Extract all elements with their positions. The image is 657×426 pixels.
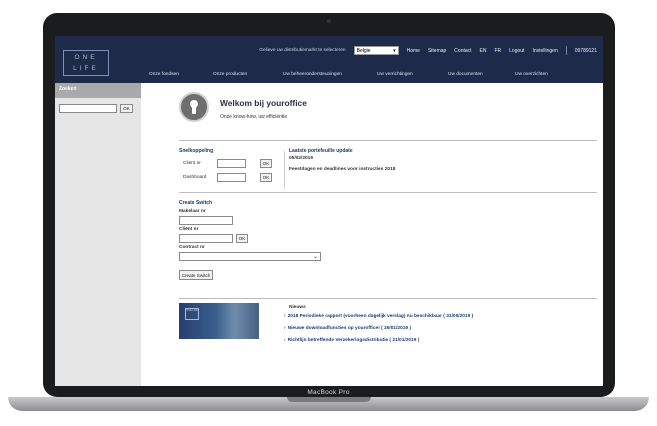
search-ok-button[interactable]: OK: [120, 104, 133, 113]
news-item[interactable]: Richtlijn betreffende Verzekeringsdistri…: [284, 338, 420, 343]
top-bar: ONE LIFE Gelieve uw distributiemarkt te …: [55, 36, 603, 83]
link-fr[interactable]: FR: [494, 48, 501, 54]
contract-label: Contract nr: [179, 245, 205, 250]
country-select[interactable]: Belgie ▾: [353, 46, 399, 55]
shortcut-dashboard-ok-button[interactable]: OK: [260, 173, 272, 182]
shortcut-dashboard-input[interactable]: [217, 173, 246, 182]
shortcut-client-ok-button[interactable]: OK: [260, 159, 272, 168]
portfolio-title: Laatste portefeuille update: [289, 148, 353, 154]
search-title: Zoeken: [55, 83, 141, 98]
user-id: 09789121: [574, 47, 597, 54]
nav-item-transactions[interactable]: Uw verrichtingen: [377, 72, 448, 77]
divider: [565, 46, 567, 55]
vertical-divider: [284, 151, 285, 189]
search-input[interactable]: [59, 104, 117, 113]
link-settings[interactable]: Instellingen: [532, 48, 557, 54]
shortcut-client-label: Cliënt nr: [183, 161, 201, 166]
sidebar: Zoeken OK: [55, 83, 141, 386]
keyhole-shape: [190, 100, 198, 114]
link-en[interactable]: EN: [480, 48, 487, 54]
news-item[interactable]: Nieuwe downloadfuncties op youroffice! (…: [284, 326, 411, 331]
chevron-down-icon: ▾: [393, 47, 396, 54]
welcome-subtitle: Onze know-how, uw efficiëntie: [220, 114, 288, 120]
one-life-logo[interactable]: ONE LIFE: [63, 50, 109, 76]
nav-item-documents[interactable]: Uw documenten: [448, 72, 515, 77]
top-links: Gelieve uw distributiemarkt te selectere…: [259, 46, 597, 55]
nav-item-overviews[interactable]: Uw overzichten: [515, 72, 548, 77]
screen: ONE LIFE Gelieve uw distributiemarkt te …: [55, 36, 603, 386]
link-sitemap[interactable]: Sitemap: [428, 48, 446, 54]
section-divider: [179, 140, 597, 141]
create-switch-button[interactable]: Create Switch: [179, 270, 213, 280]
search-row: OK: [55, 98, 141, 119]
news-image[interactable]: ONE LIFE: [179, 303, 259, 339]
market-select-prompt: Gelieve uw distributiemarkt te selectere…: [259, 48, 346, 53]
contract-select[interactable]: ⌄: [179, 252, 321, 261]
portfolio-date: 05/02/2019: [289, 156, 314, 161]
country-value: Belgie: [356, 47, 371, 54]
logo-line-two: LIFE: [73, 65, 99, 72]
switch-client-label: Cliënt nr: [179, 227, 199, 232]
portfolio-note[interactable]: Feestdagen en deadlines voor instructies…: [289, 167, 395, 172]
device-model-label: MacBook Pro: [307, 389, 350, 396]
chevron-down-icon: ⌄: [312, 254, 318, 260]
nav-item-funds[interactable]: Onze fondsen: [149, 72, 213, 77]
link-logout[interactable]: Logout: [509, 48, 524, 54]
nav-item-products[interactable]: Onze producten: [213, 72, 283, 77]
news-title: Nieuws: [289, 305, 306, 310]
switch-client-ok-button[interactable]: OK: [236, 234, 248, 243]
create-switch-title: Create Switch: [179, 200, 213, 206]
link-contact[interactable]: Contact: [454, 48, 471, 54]
news-item[interactable]: 2018 Periodieke rapport (voorheen dageli…: [284, 314, 474, 319]
shortcut-title: Snelkoppeling: [179, 148, 214, 154]
news-image-logo: ONE LIFE: [185, 308, 199, 320]
laptop-notch: [287, 397, 371, 402]
section-divider: [179, 298, 597, 299]
nav-item-management[interactable]: Uw beheerondersteuningen: [283, 72, 377, 77]
camera-icon: [327, 19, 331, 23]
keyhole-icon: [179, 92, 209, 122]
main-nav: Onze fondsen Onze producten Uw beheerond…: [149, 72, 548, 77]
welcome-title: Welkom bij youroffice: [220, 98, 307, 108]
logo-line-one: ONE: [74, 54, 98, 61]
shortcut-client-input[interactable]: [217, 159, 246, 168]
link-home[interactable]: Home: [407, 48, 420, 54]
makelaar-input[interactable]: [179, 216, 233, 225]
makelaar-label: Makelaar nr: [179, 209, 206, 214]
switch-client-input[interactable]: [179, 234, 233, 243]
shortcut-dashboard-label: Dashboard: [183, 175, 207, 180]
section-divider: [179, 192, 597, 193]
